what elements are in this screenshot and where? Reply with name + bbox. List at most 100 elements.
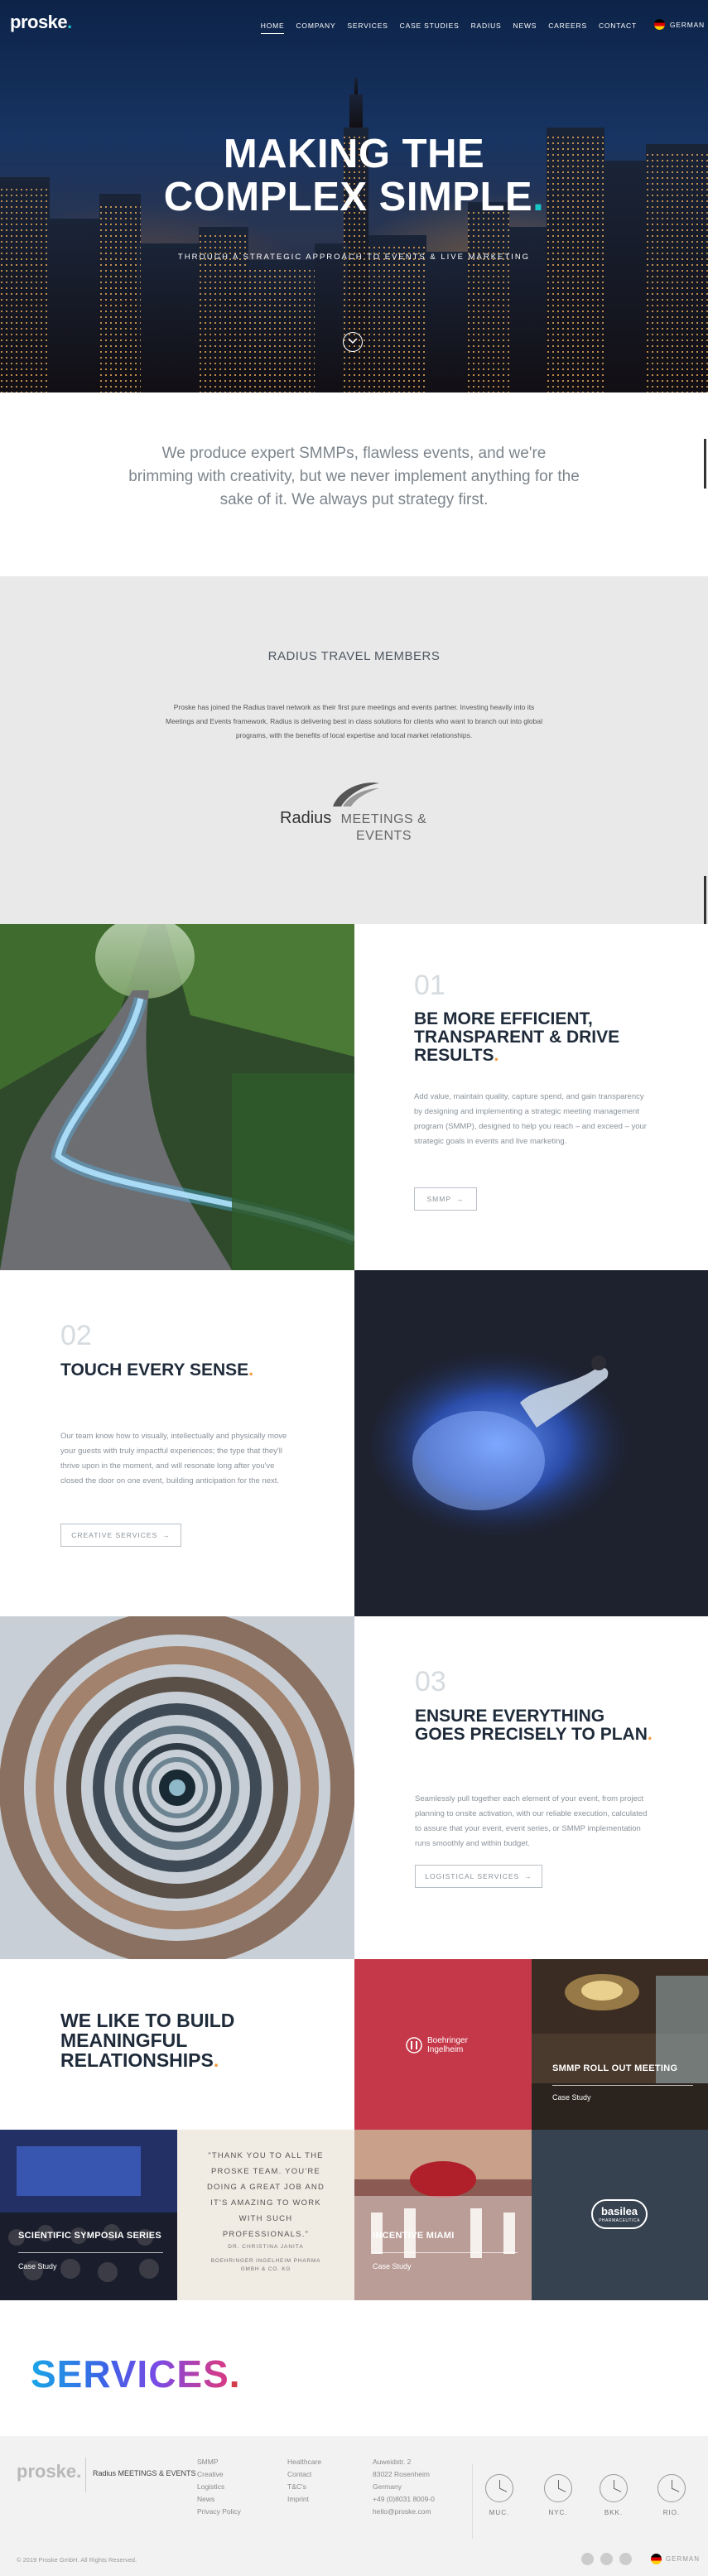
nav-services[interactable]: SERVICES — [347, 22, 388, 34]
radius-logo[interactable]: Radius MEETINGS & EVENTS — [280, 780, 429, 846]
footer-link[interactable]: Contact — [287, 2470, 321, 2478]
radius-logo-word: Radius — [280, 809, 332, 827]
language-switch[interactable]: GERMAN — [653, 19, 705, 30]
intro-section: We produce expert SMMPs, flawless events… — [0, 392, 708, 576]
basilea-tile[interactable]: basilea PHARMACEUTICA — [532, 2130, 708, 2300]
footer-logo[interactable]: proske. — [17, 2461, 81, 2482]
feature-01-text: 01 BE MORE EFFICIENT, TRANSPARENT & DRIV… — [354, 924, 708, 1270]
address-line: Germany — [373, 2482, 402, 2491]
footer-link[interactable]: Healthcare — [287, 2458, 321, 2466]
nav-contact[interactable]: CONTACT — [599, 22, 637, 34]
clock-icon — [544, 2474, 572, 2502]
german-flag-icon — [650, 2554, 662, 2564]
clock-munich: MUC. — [484, 2474, 514, 2516]
footer-link[interactable]: SMMP — [197, 2458, 241, 2466]
clock-new-york: NYC. — [543, 2474, 573, 2516]
scroll-down-button[interactable] — [343, 332, 363, 352]
nav-news[interactable]: NEWS — [513, 22, 537, 34]
email-link[interactable]: hello@proske.com — [373, 2507, 435, 2516]
feature-body: Add value, maintain quality, capture spe… — [414, 1092, 647, 1146]
nav-radius[interactable]: RADIUS — [471, 22, 502, 34]
nav-home[interactable]: HOME — [260, 22, 285, 34]
footer-link[interactable]: Privacy Policy — [197, 2507, 241, 2516]
radius-text: Proske has joined the Radius travel netw… — [166, 703, 542, 739]
nav-careers[interactable]: CAREERS — [548, 22, 587, 34]
case-study-link[interactable]: Case Study — [552, 2093, 591, 2102]
footer-separator — [85, 2458, 86, 2492]
testimonial-company: BOEHRINGER INGELHEIM PHARMA GMBH & CO. K… — [210, 2258, 321, 2272]
footer-link[interactable]: News — [197, 2495, 241, 2503]
feature-02-image — [354, 1270, 708, 1616]
chevron-down-icon — [348, 338, 358, 344]
symposia-tile[interactable]: SCIENTIFIC SYMPOSIA SERIES Case Study — [0, 2130, 177, 2300]
basilea-logo: basilea PHARMACEUTICA — [591, 2199, 648, 2229]
smmp-button[interactable]: SMMP → — [414, 1187, 477, 1211]
clock-icon — [485, 2474, 513, 2502]
radius-swoosh-icon — [333, 782, 379, 807]
arrow-right-icon: → — [162, 1531, 171, 1539]
footer-link[interactable]: Creative — [197, 2470, 241, 2478]
instagram-icon[interactable] — [600, 2553, 613, 2565]
footer-links-column-1: SMMP Creative Logistics News Privacy Pol… — [197, 2458, 241, 2516]
share-icon[interactable] — [619, 2553, 632, 2565]
clock-rio: RIO. — [657, 2474, 686, 2516]
main-menu: HOME COMPANY SERVICES CASE STUDIES RADIU… — [260, 22, 637, 34]
footer: proske. Radius MEETINGS & EVENTS SMMP Cr… — [0, 2436, 708, 2576]
feature-title: ENSURE EVERYTHING GOES PRECISELY TO PLAN… — [415, 1707, 653, 1744]
feature-number: 03 — [415, 1666, 446, 1697]
feature-03-image — [0, 1616, 354, 1959]
relationships-heading-block: WE LIKE TO BUILD MEANINGFUL RELATIONSHIP… — [0, 1959, 354, 2130]
nav-case-studies[interactable]: CASE STUDIES — [400, 22, 460, 34]
radius-logo-sub: MEETINGS & EVENTS — [340, 812, 427, 843]
radius-section: RADIUS TRAVEL MEMBERS Proske has joined … — [0, 576, 708, 924]
address-line: 83022 Rosenheim — [373, 2470, 430, 2478]
testimonial-author: DR. CHRISTINA JANITA — [228, 2244, 304, 2250]
clock-icon — [657, 2474, 686, 2502]
case-study-link[interactable]: Case Study — [18, 2262, 57, 2270]
symposia-title: SCIENTIFIC SYMPOSIA SERIES — [18, 2231, 162, 2241]
boehringer-logo: Boehringer Ingelheim — [406, 2036, 477, 2054]
chandelier-hall-image — [532, 1959, 708, 2130]
linkedin-icon[interactable] — [581, 2553, 594, 2565]
tile-divider — [373, 2252, 518, 2253]
radius-title: RADIUS TRAVEL MEMBERS — [267, 649, 441, 663]
boehringer-emblem-icon — [406, 2037, 422, 2054]
footer-link[interactable]: T&C's — [287, 2482, 321, 2491]
phone-link[interactable]: +49 (0)8031 8009-0 — [373, 2495, 435, 2503]
incentive-miami-title: INCENTIVE MIAMI — [373, 2231, 455, 2241]
hero-subtitle: THROUGH A STRATEGIC APPROACH TO EVENTS &… — [177, 253, 531, 262]
clock-icon — [600, 2474, 628, 2502]
creative-services-button[interactable]: CREATIVE SERVICES → — [60, 1524, 181, 1547]
footer-radius-logo[interactable]: Radius MEETINGS & EVENTS — [93, 2469, 196, 2477]
footer-links-column-2: Healthcare Contact T&C's Imprint — [287, 2458, 321, 2503]
boehringer-tile[interactable]: Boehringer Ingelheim — [354, 1959, 532, 2130]
german-flag-icon — [653, 19, 665, 30]
feature-title: TOUCH EVERY SENSE. — [60, 1360, 254, 1379]
feature-body: Our team know how to visually, intellect… — [60, 1432, 287, 1485]
feature-title: BE MORE EFFICIENT, TRANSPARENT & DRIVE R… — [414, 1009, 620, 1065]
feature-01-image — [0, 924, 354, 1270]
footer-link[interactable]: Logistics — [197, 2482, 241, 2491]
world-clocks: MUC. NYC. BKK. RIO. — [472, 2464, 708, 2539]
arrow-right-icon: → — [524, 1872, 532, 1880]
banquet-table-image — [354, 2130, 532, 2300]
case-study-link[interactable]: Case Study — [373, 2262, 412, 2270]
footer-link[interactable]: Imprint — [287, 2495, 321, 2503]
address-line: Auweidstr. 2 — [373, 2458, 412, 2466]
incentive-miami-tile[interactable]: INCENTIVE MIAMI Case Study — [354, 2130, 532, 2300]
footer-language-switch[interactable]: GERMAN — [650, 2554, 700, 2564]
conference-audience-image — [0, 2130, 177, 2300]
proske-logo[interactable]: proske. — [10, 12, 72, 33]
blue-powder-dancer-image — [354, 1270, 708, 1616]
feature-number: 02 — [60, 1320, 92, 1351]
hero-title: MAKING THE COMPLEX SIMPLE. — [163, 132, 545, 219]
logistical-services-button[interactable]: LOGISTICAL SERVICES → — [415, 1865, 542, 1888]
testimonial-tile: "THANK YOU TO ALL THE PROSKE TEAM. YOU'R… — [177, 2130, 354, 2300]
road-light-trail-image — [0, 924, 354, 1270]
smmp-rollout-title: SMMP ROLL OUT MEETING — [552, 2063, 678, 2073]
smmp-rollout-tile[interactable]: SMMP ROLL OUT MEETING Case Study — [532, 1959, 708, 2130]
footer-address: Auweidstr. 2 83022 Rosenheim Germany +49… — [373, 2458, 435, 2516]
feature-number: 01 — [414, 970, 446, 1001]
tile-divider — [18, 2252, 163, 2253]
nav-company[interactable]: COMPANY — [296, 22, 335, 34]
